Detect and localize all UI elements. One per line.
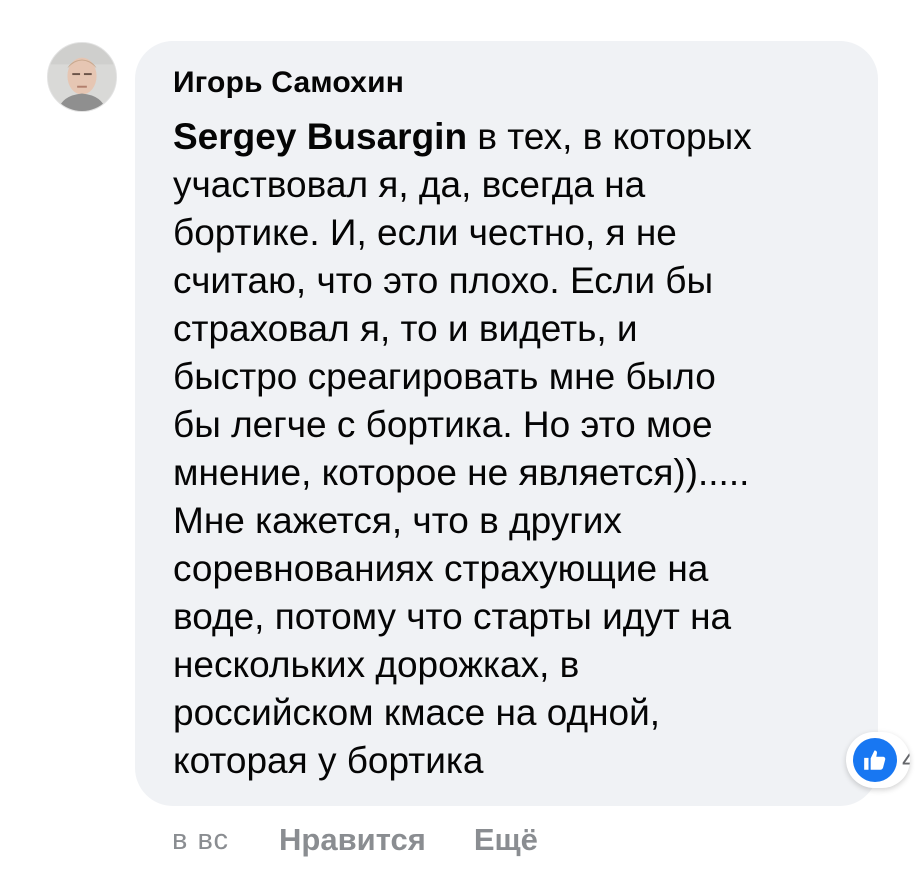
comment-author[interactable]: Игорь Самохин: [173, 65, 840, 101]
avatar[interactable]: [47, 42, 117, 112]
like-button[interactable]: Нравится: [279, 822, 426, 858]
comment-bubble: Игорь Самохин Sergey Busargin в тех, в к…: [135, 41, 878, 806]
profile-photo: [48, 43, 116, 111]
comment-text: в тех, в которых участвовал я, да, всегд…: [173, 116, 752, 781]
mention-link[interactable]: Sergey Busargin: [173, 116, 467, 157]
more-button[interactable]: Ещё: [474, 822, 538, 858]
comment-body: Sergey Busargin в тех, в которых участво…: [173, 113, 845, 785]
comment-actions: в вс Нравится Ещё: [172, 820, 586, 860]
reaction-summary[interactable]: 4: [846, 732, 910, 788]
reaction-count: 4: [902, 744, 910, 775]
comment-timestamp[interactable]: в вс: [172, 824, 229, 857]
like-icon: [853, 738, 897, 782]
